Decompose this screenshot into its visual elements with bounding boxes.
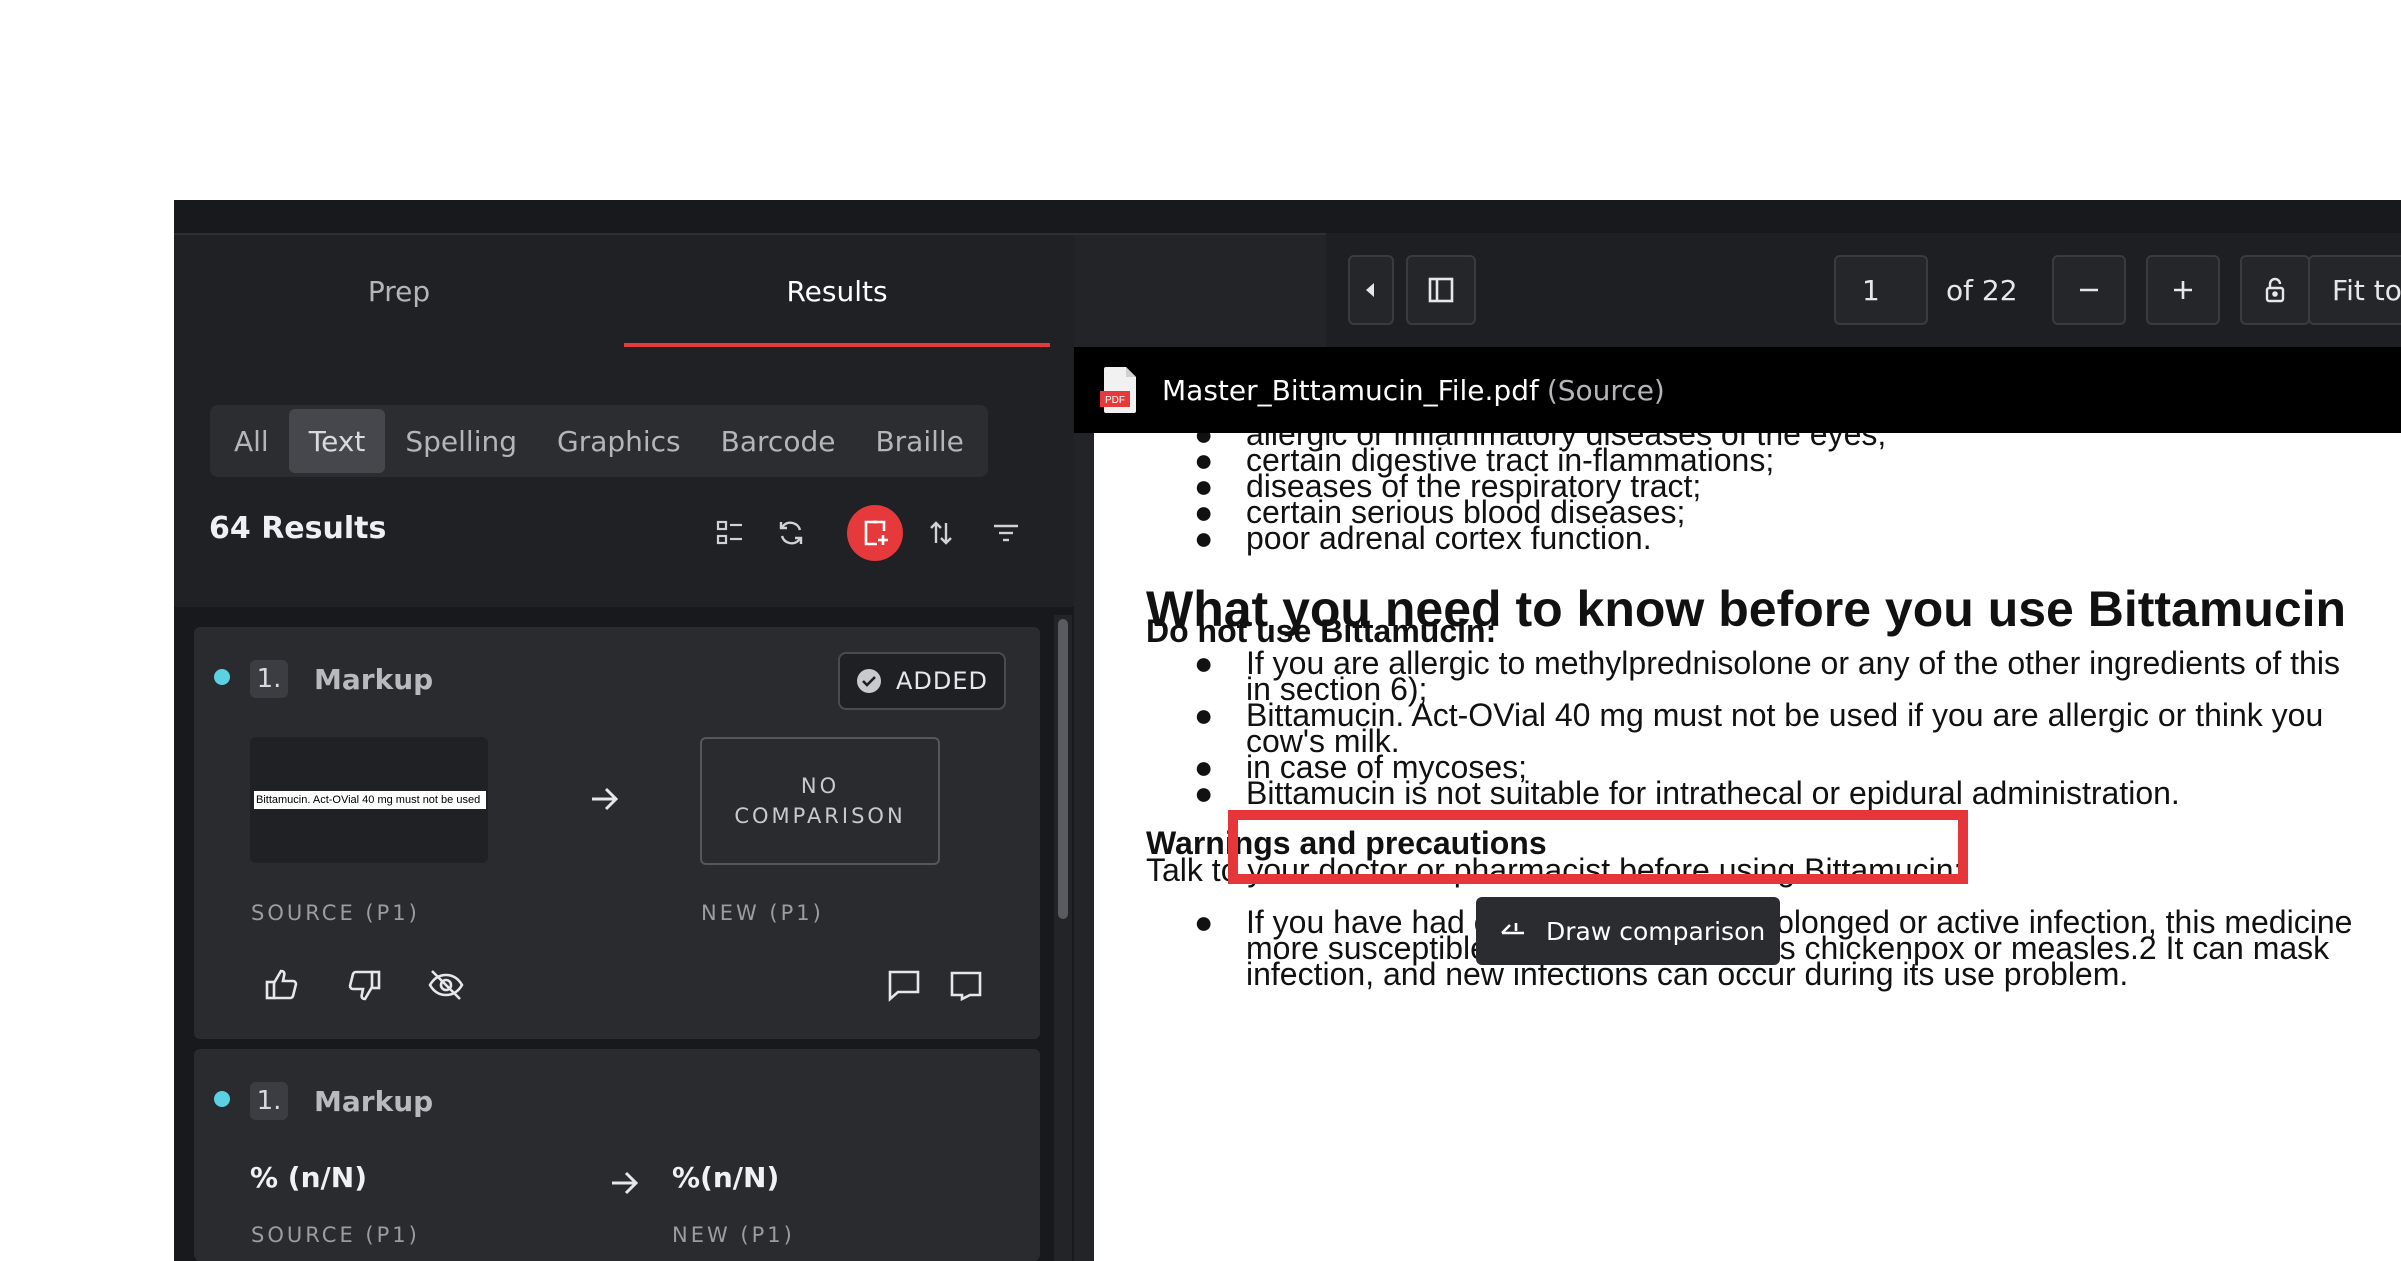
file-name: Master_Bittamucin_File.pdf (Source) bbox=[1162, 347, 1665, 433]
viewer-toolbar: 1 of 22 Fit to width bbox=[1326, 233, 2401, 347]
check-circle-icon bbox=[856, 669, 881, 693]
scrollbar-thumb[interactable] bbox=[1058, 619, 1068, 919]
source-label: SOURCE (P1) bbox=[251, 1223, 420, 1247]
results-count: 64 Results bbox=[209, 510, 387, 546]
zoom-select[interactable]: Fit to width bbox=[2308, 255, 2401, 325]
thumbs-up-icon[interactable] bbox=[262, 965, 302, 1005]
tab-prep[interactable]: Prep bbox=[174, 235, 624, 347]
sort-icon[interactable] bbox=[919, 511, 963, 555]
tab-results[interactable]: Results bbox=[624, 235, 1050, 347]
add-markup-button[interactable] bbox=[847, 505, 903, 561]
results-panel: Prep Results All Text Spelling Graphics … bbox=[174, 235, 1074, 1261]
added-button[interactable]: ADDED bbox=[838, 652, 1006, 710]
zoom-in-icon[interactable] bbox=[2146, 255, 2220, 325]
filter-barcode[interactable]: Barcode bbox=[701, 409, 856, 473]
comment-icon[interactable] bbox=[884, 965, 924, 1005]
result-number: 1. bbox=[250, 660, 288, 698]
prev-icon[interactable] bbox=[1348, 255, 1394, 325]
lock-icon[interactable] bbox=[2240, 255, 2310, 325]
pdf-file-icon: PDF bbox=[1100, 367, 1136, 413]
hide-icon[interactable] bbox=[426, 965, 466, 1005]
compare-arrows-icon bbox=[1501, 923, 1524, 935]
filter-spelling[interactable]: Spelling bbox=[385, 409, 537, 473]
doc-line: Bittamucin. Act-OVial 40 mg must not be … bbox=[1246, 697, 2324, 733]
result-number: 1. bbox=[250, 1082, 288, 1120]
note-icon[interactable] bbox=[946, 965, 986, 1005]
filter-graphics[interactable]: Graphics bbox=[537, 409, 701, 473]
thumbnail-text: Bittamucin. Act-OVial 40 mg must not be … bbox=[254, 791, 486, 809]
page-input[interactable]: 1 bbox=[1834, 255, 1928, 325]
source-thumbnail[interactable]: Bittamucin. Act-OVial 40 mg must not be … bbox=[250, 737, 488, 863]
bullet: ● bbox=[1194, 775, 1214, 811]
status-dot bbox=[214, 669, 230, 685]
page-total: of 22 bbox=[1946, 273, 2018, 307]
bullet: ● bbox=[1194, 520, 1214, 556]
source-value: % (n/N) bbox=[250, 1161, 367, 1194]
arrow-right-icon bbox=[612, 1171, 639, 1195]
sidebar-toggle-icon[interactable] bbox=[1406, 255, 1476, 325]
filter-braille[interactable]: Braille bbox=[855, 409, 983, 473]
draw-comparison-tooltip[interactable]: Draw comparison bbox=[1476, 897, 1780, 965]
no-comparison-box: NO COMPARISON bbox=[700, 737, 940, 865]
arrow-right-icon bbox=[592, 787, 619, 811]
filter-icon[interactable] bbox=[984, 511, 1028, 555]
status-dot bbox=[214, 1091, 230, 1107]
tooltip-label: Draw comparison bbox=[1546, 916, 1766, 946]
no-comparison-line2: COMPARISON bbox=[734, 804, 906, 828]
result-card[interactable]: 1. Markup % (n/N) %(n/N) SOURCE (P1) NEW… bbox=[194, 1049, 1040, 1261]
filter-all[interactable]: All bbox=[214, 409, 289, 473]
zoom-label: Fit to width bbox=[2332, 273, 2401, 307]
bullet: ● bbox=[1194, 697, 1214, 733]
zoom-out-icon[interactable] bbox=[2052, 255, 2126, 325]
no-comparison-line1: NO bbox=[800, 774, 840, 798]
top-strip bbox=[174, 200, 2401, 235]
new-label: NEW (P1) bbox=[701, 901, 824, 925]
result-type: Markup bbox=[314, 663, 434, 696]
app-window: Prep Results All Text Spelling Graphics … bbox=[174, 200, 2401, 1261]
refresh-icon[interactable] bbox=[769, 511, 813, 555]
bullet: ● bbox=[1194, 645, 1214, 681]
results-list[interactable]: 1. Markup ADDED Bittamucin. Act-OVial 40… bbox=[174, 607, 1074, 1261]
pdf-badge: PDF bbox=[1105, 395, 1125, 406]
doc-line: poor adrenal cortex function. bbox=[1246, 520, 1652, 556]
new-label: NEW (P1) bbox=[672, 1223, 795, 1247]
filter-text[interactable]: Text bbox=[288, 409, 386, 473]
pdf-header: PDF Master_Bittamucin_File.pdf (Source) bbox=[1074, 347, 2401, 433]
result-card[interactable]: 1. Markup ADDED Bittamucin. Act-OVial 40… bbox=[194, 627, 1040, 1039]
file-source-tag: (Source) bbox=[1546, 373, 1665, 407]
file-name-text: Master_Bittamucin_File.pdf bbox=[1162, 373, 1539, 407]
markup-highlight-box[interactable] bbox=[1228, 810, 1968, 884]
result-type: Markup bbox=[314, 1085, 434, 1118]
new-value: %(n/N) bbox=[672, 1161, 780, 1194]
thumbs-down-icon[interactable] bbox=[344, 965, 384, 1005]
doc-line: Bittamucin is not suitable for intrathec… bbox=[1246, 775, 2180, 811]
source-label: SOURCE (P1) bbox=[251, 901, 420, 925]
added-label: ADDED bbox=[895, 667, 989, 695]
bullet: ● bbox=[1194, 904, 1214, 940]
filter-bar: All Text Spelling Graphics Barcode Brail… bbox=[210, 405, 988, 477]
list-view-icon[interactable] bbox=[708, 511, 752, 555]
